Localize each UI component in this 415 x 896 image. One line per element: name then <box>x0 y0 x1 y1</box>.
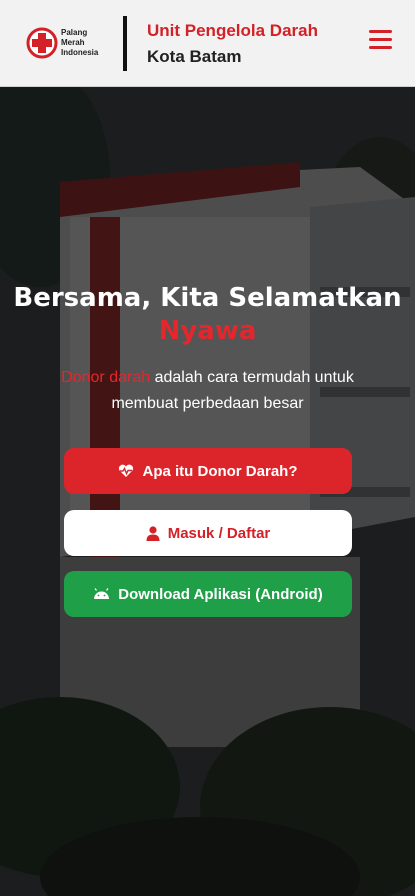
hero-headline-accent: Nyawa <box>158 316 257 346</box>
logo-text: Palang Merah Indonesia <box>61 28 98 58</box>
hero-headline: Bersama, Kita Selamatkan <box>13 283 402 313</box>
logo-line: Merah <box>61 38 85 47</box>
login-register-label: Masuk / Daftar <box>167 524 271 542</box>
heart-pulse-icon <box>119 464 134 477</box>
about-donor-button[interactable]: Apa itu Donor Darah? <box>64 448 352 494</box>
login-register-button[interactable]: Masuk / Daftar <box>64 510 352 556</box>
desc-accent: Donor darah <box>61 369 151 386</box>
top-header: Palang Merah Indonesia Unit Pengelola Da… <box>0 0 415 87</box>
user-icon <box>146 525 160 541</box>
hero-description: Donor darah adalah cara termudah untuk m… <box>30 365 385 417</box>
download-android-button[interactable]: Download Aplikasi (Android) <box>64 571 352 617</box>
logo-line: Palang <box>61 28 88 37</box>
about-donor-label: Apa itu Donor Darah? <box>142 462 298 480</box>
download-android-label: Download Aplikasi (Android) <box>118 585 323 603</box>
logo-line: Indonesia <box>61 48 99 57</box>
header-divider <box>123 16 127 71</box>
pmi-logo[interactable]: Palang Merah Indonesia <box>25 26 98 60</box>
unit-title: Unit Pengelola Darah <box>147 21 318 40</box>
unit-city: Kota Batam <box>147 47 242 66</box>
hero-section: Bersama, Kita Selamatkan Nyawa Donor dar… <box>0 87 415 896</box>
hamburger-menu-icon[interactable] <box>369 30 395 52</box>
red-cross-icon <box>25 26 59 60</box>
android-icon <box>94 588 110 599</box>
